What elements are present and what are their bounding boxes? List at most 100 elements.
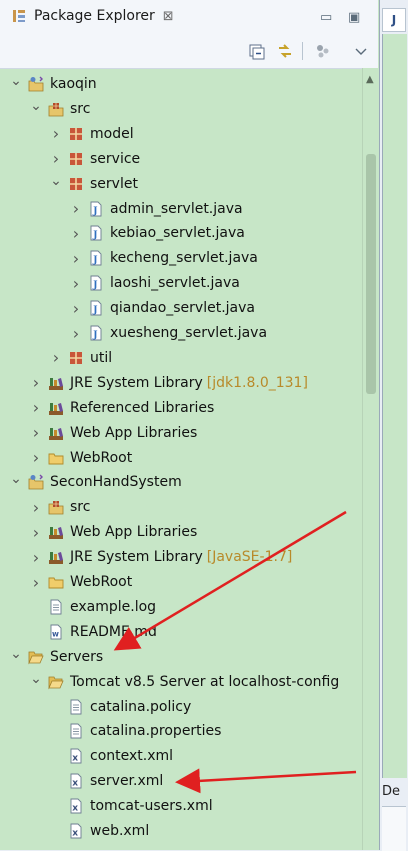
- collapse-chevron-icon[interactable]: ⌄: [48, 173, 64, 189]
- tree-item[interactable]: › JRE System Library [jdk1.8.0_131]: [28, 371, 308, 395]
- editor-content[interactable]: [382, 34, 407, 778]
- tree-item-label: WebRoot: [70, 574, 133, 590]
- tree-item[interactable]: catalina.properties: [48, 719, 221, 743]
- tree-item-label: README.md: [70, 623, 157, 640]
- tree-item[interactable]: › Jkecheng_servlet.java: [68, 246, 258, 270]
- collapse-chevron-icon[interactable]: ⌄: [28, 98, 44, 114]
- tree-item[interactable]: › Jlaoshi_servlet.java: [68, 271, 240, 295]
- tree-item[interactable]: › JRE System Library [JavaSE-1.7]: [28, 545, 293, 569]
- tree-item[interactable]: ⌄ src: [28, 97, 90, 121]
- tree-item[interactable]: › Referenced Libraries: [28, 396, 215, 420]
- tree-item[interactable]: ⌄ kaoqin: [8, 72, 97, 96]
- collapse-all-icon[interactable]: [248, 42, 266, 60]
- link-with-editor-icon[interactable]: [276, 42, 294, 60]
- view-tab[interactable]: Package Explorer ⊠ ▭ ▣: [0, 0, 378, 35]
- tree-item[interactable]: w README.md: [28, 620, 157, 644]
- scroll-thumb[interactable]: [366, 154, 376, 394]
- java-editor-icon: J: [391, 13, 397, 27]
- tree-item[interactable]: ⌄ SeconHandSystem: [8, 470, 182, 494]
- tree-item[interactable]: x context.xml: [48, 744, 173, 768]
- tree-item-label: Servers: [50, 648, 104, 665]
- expand-chevron-icon[interactable]: ›: [68, 324, 84, 343]
- maximize-icon[interactable]: ▣: [348, 10, 360, 25]
- expand-chevron-icon[interactable]: ›: [68, 299, 84, 318]
- tree-item-label: src: [70, 100, 91, 117]
- tree-item[interactable]: › Jkebiao_servlet.java: [68, 221, 245, 245]
- view-title: Package Explorer: [34, 8, 155, 24]
- tree-item[interactable]: › WebRoot: [28, 446, 132, 470]
- editor-tab[interactable]: J: [382, 8, 406, 32]
- tree-item[interactable]: › model: [48, 122, 134, 146]
- tree-item[interactable]: x server.xml: [48, 769, 163, 793]
- tree-item[interactable]: › src: [28, 495, 91, 519]
- tree-item[interactable]: ⌄ Servers: [8, 645, 103, 669]
- tree-item-label: qiandao_servlet.java: [110, 300, 255, 317]
- project-icon: [28, 76, 44, 92]
- tree-item-label: web.xml: [90, 823, 150, 839]
- tree-item-label: util: [90, 349, 113, 366]
- tree-item[interactable]: › Web App Libraries: [28, 421, 197, 445]
- view-toolbar: [0, 34, 378, 69]
- java-file-icon: J: [88, 325, 104, 341]
- expand-chevron-icon[interactable]: ›: [28, 573, 44, 592]
- tree-item[interactable]: ⌄ servlet: [48, 172, 138, 196]
- project-tree[interactable]: ⌄ kaoqin ⌄ src › model › service ⌄ servlet › Jadmin…: [0, 68, 362, 850]
- expand-chevron-icon[interactable]: ›: [28, 448, 44, 467]
- expand-chevron-icon[interactable]: ›: [48, 348, 64, 367]
- expand-chevron-icon[interactable]: ›: [28, 398, 44, 417]
- tree-item[interactable]: › Jadmin_servlet.java: [68, 197, 243, 221]
- expand-chevron-icon[interactable]: ›: [68, 224, 84, 243]
- xml-file-icon: x: [68, 773, 84, 789]
- tree-item[interactable]: example.log: [28, 595, 156, 619]
- package-icon: [68, 350, 84, 366]
- expand-chevron-icon[interactable]: ›: [68, 199, 84, 218]
- view-title-group: Package Explorer ⊠: [12, 8, 174, 24]
- tree-item-label: context.xml: [90, 748, 174, 765]
- tree-item[interactable]: › WebRoot: [28, 570, 132, 594]
- collapse-chevron-icon[interactable]: ⌄: [28, 671, 44, 687]
- expand-chevron-icon[interactable]: ›: [28, 498, 44, 517]
- package-icon: [68, 126, 84, 142]
- close-view-icon[interactable]: ⊠: [163, 9, 174, 24]
- collapse-chevron-icon[interactable]: ⌄: [8, 646, 24, 662]
- xml-file-icon: x: [68, 798, 84, 814]
- expand-chevron-icon[interactable]: ›: [28, 373, 44, 392]
- svg-text:x: x: [72, 754, 78, 764]
- svg-text:J: J: [92, 281, 97, 291]
- tree-item[interactable]: catalina.policy: [48, 695, 191, 719]
- minimize-icon[interactable]: ▭: [320, 10, 332, 25]
- tree-item-label: catalina.policy: [90, 698, 192, 715]
- tree-item[interactable]: x tomcat-users.xml: [48, 794, 213, 818]
- tree-item-label: service: [90, 150, 141, 167]
- bottom-panel-tab[interactable]: De: [382, 784, 400, 799]
- bottom-panel: [382, 806, 406, 851]
- scroll-up-icon[interactable]: ▲: [366, 74, 374, 85]
- focus-icon[interactable]: [314, 42, 332, 60]
- vertical-scrollbar[interactable]: ▲: [362, 68, 379, 850]
- expand-chevron-icon[interactable]: ›: [48, 124, 64, 143]
- tree-item[interactable]: x web.xml: [48, 819, 149, 843]
- tree-item[interactable]: › Jqiandao_servlet.java: [68, 296, 255, 320]
- eclipse-window: Package Explorer ⊠ ▭ ▣ ⌄ kaoqin ⌄ src › model…: [0, 0, 408, 851]
- tree-item[interactable]: › Jxuesheng_servlet.java: [68, 321, 267, 345]
- expand-chevron-icon[interactable]: ›: [28, 548, 44, 567]
- expand-chevron-icon[interactable]: ›: [48, 149, 64, 168]
- collapse-chevron-icon[interactable]: ⌄: [8, 471, 24, 487]
- expand-chevron-icon[interactable]: ›: [68, 249, 84, 268]
- svg-text:J: J: [92, 256, 97, 266]
- expand-chevron-icon[interactable]: ›: [28, 523, 44, 542]
- expand-chevron-icon[interactable]: ›: [68, 274, 84, 293]
- expand-chevron-icon[interactable]: ›: [28, 423, 44, 442]
- tree-item[interactable]: › Web App Libraries: [28, 520, 197, 544]
- tree-item[interactable]: › util: [48, 346, 112, 370]
- tree-item-label: Web App Libraries: [70, 524, 198, 541]
- tree-item[interactable]: › service: [48, 147, 140, 171]
- view-menu-icon[interactable]: [352, 42, 370, 60]
- collapse-chevron-icon[interactable]: ⌄: [8, 73, 24, 89]
- tree-item-label: example.log: [70, 598, 157, 615]
- tree-item[interactable]: ⌄ Tomcat v8.5 Server at localhost-config: [28, 670, 339, 694]
- svg-text:w: w: [52, 629, 59, 638]
